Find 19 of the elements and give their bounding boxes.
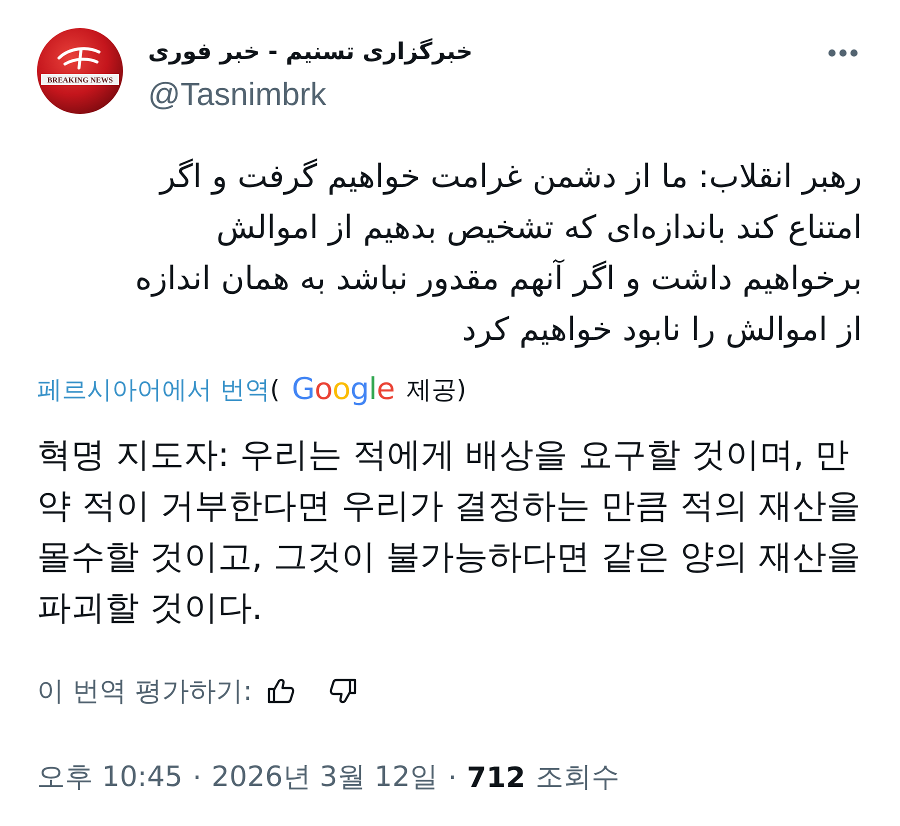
thumbs-down-icon[interactable] <box>329 678 358 704</box>
paren-text: ( <box>270 374 280 404</box>
view-count: 712 <box>466 760 526 794</box>
post-date[interactable]: 2026년 3월 12일 <box>212 758 438 796</box>
author-name[interactable]: خبرگزاری تسنیم - خبر فوری <box>148 34 473 70</box>
views-label: 조회수 <box>535 759 620 795</box>
translated-from-link[interactable]: 페르시아어에서 번역 <box>37 372 270 406</box>
meta-separator: · <box>448 760 457 794</box>
author-handle[interactable]: @Tasnimbrk <box>148 75 326 113</box>
google-logo: Google <box>292 372 395 406</box>
meta-separator: · <box>192 760 202 794</box>
translated-text: 혁명 지도자: 우리는 적에게 배상을 요구할 것이며, 만약 적이 거부한다면 우리가 결정하는 만큼 적의 재산을 몰수할 것이고, 그것이 불가능하다면 같은 양의 재산을 파괴할 것이다. <box>37 434 862 630</box>
post-time[interactable]: 오후 10:45 <box>37 758 183 796</box>
more-icon[interactable] <box>828 49 858 57</box>
rate-translation-label: 이 번역 평가하기: <box>37 675 252 709</box>
calligraphy-mark-drawing <box>58 47 100 70</box>
post-text: رهبر انقلاب: ما از دشمن غرامت خواهیم گرفت و اگر امتناع کند باندازه‌ای که تشخیص بدهیم از اموالش برخواهیم داشت و اگر آنهم مقدور نباشد به همان اندازه از اموالش را نابود خواهیم کرد <box>134 156 862 350</box>
thumbs-up-icon[interactable] <box>267 678 296 704</box>
provided-by-text: 제공) <box>406 374 466 406</box>
